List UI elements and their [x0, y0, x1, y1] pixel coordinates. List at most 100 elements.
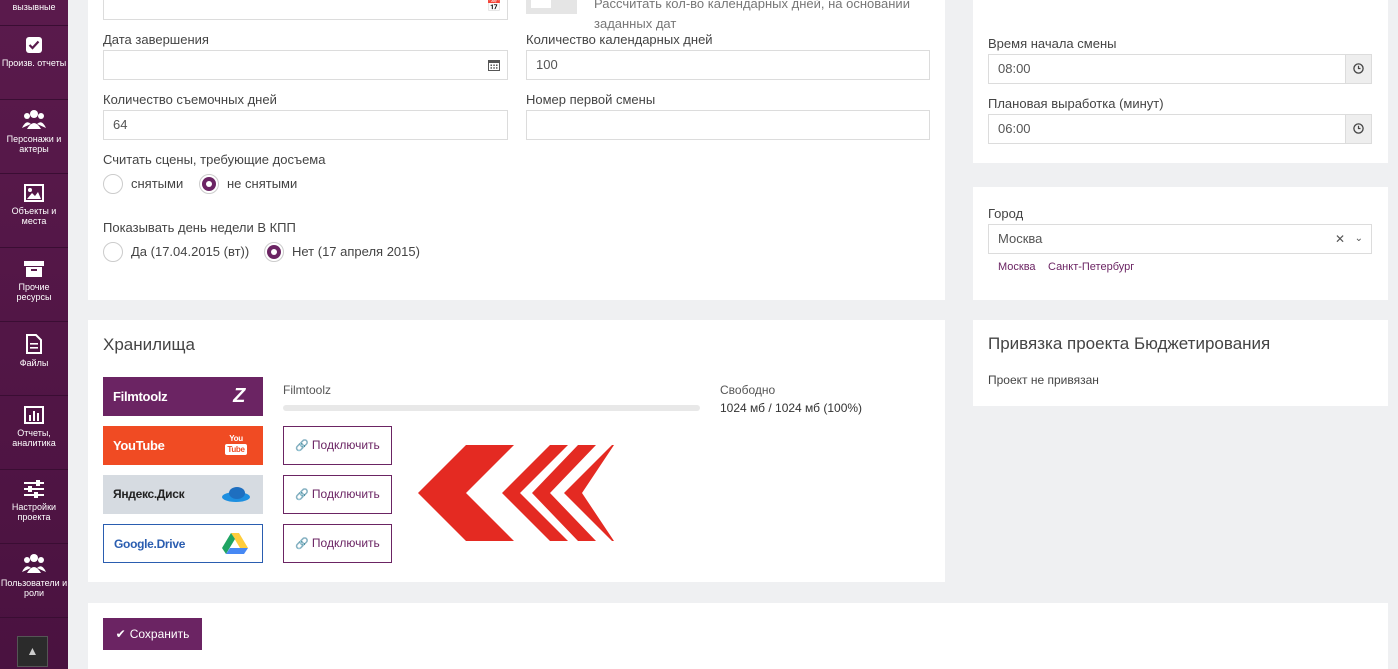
calendar-days-input[interactable]: 100	[526, 50, 930, 80]
sidebar-item-reports[interactable]: Отчеты, аналитика	[0, 396, 68, 470]
storage-progress-bar	[283, 405, 700, 411]
sidebar-item-label: Пользователи и роли	[0, 578, 68, 598]
shooting-days-input[interactable]: 64	[103, 110, 508, 140]
provider-name: Google.Drive	[114, 537, 186, 551]
first-shift-input[interactable]	[526, 110, 930, 140]
sidebar-item-characters[interactable]: Персонажи и актеры	[0, 100, 68, 174]
checkbox-icon	[26, 37, 42, 53]
provider-name: YouTube	[113, 438, 165, 453]
clock-icon[interactable]	[1345, 115, 1371, 143]
clear-icon[interactable]: ✕	[1335, 225, 1345, 253]
sidebar-item-label: вызывные	[12, 2, 56, 12]
clock-icon[interactable]	[1345, 55, 1371, 83]
google-drive-logo: Google.Drive	[103, 524, 263, 563]
sidebar-item-label: Отчеты, аналитика	[12, 428, 56, 448]
reshoot-option-shot: снятыми	[131, 176, 184, 191]
sidebar-item-calls[interactable]: вызывные	[0, 0, 68, 26]
link-icon: 🔗	[295, 440, 309, 452]
connect-youtube-button[interactable]: 🔗 Подключить	[283, 426, 392, 465]
budget-panel	[973, 320, 1388, 406]
weekday-radio-no[interactable]	[264, 242, 284, 262]
free-space-label: Свободно	[720, 383, 776, 397]
free-space-value: 1024 мб / 1024 мб (100%)	[720, 401, 863, 415]
bar-chart-icon	[24, 406, 44, 424]
calendar-icon[interactable]: 📅	[481, 0, 507, 19]
sidebar-item-users[interactable]: Пользователи и роли	[0, 544, 68, 618]
start-date-input[interactable]: 📅	[103, 0, 508, 20]
archive-icon	[24, 261, 44, 277]
calendar-days-value: 100	[536, 57, 558, 72]
link-icon: 🔗	[295, 489, 309, 501]
sidebar: вызывные Произв. отчеты Персонажи и акте…	[0, 0, 68, 669]
planned-output-input[interactable]: 06:00	[988, 114, 1372, 144]
scroll-top-button[interactable]: ▲	[17, 636, 48, 667]
sidebar-item-other-resources[interactable]: Прочие ресурсы	[0, 248, 68, 322]
calendar-icon[interactable]	[481, 51, 507, 79]
sidebar-item-project-settings[interactable]: Настройки проекта	[0, 470, 68, 544]
sliders-icon	[24, 480, 44, 498]
footer-panel	[88, 603, 1388, 669]
weekday-radio-yes[interactable]	[103, 242, 123, 262]
yandex-disk-logo: Яндекс.Диск	[103, 475, 263, 514]
shift-start-label: Время начала смены	[988, 36, 1117, 51]
shift-start-input[interactable]: 08:00	[988, 54, 1372, 84]
reshoot-radio-not-shot[interactable]	[199, 174, 219, 194]
sidebar-item-files[interactable]: Файлы	[0, 322, 68, 396]
budget-status: Проект не привязан	[988, 373, 1099, 387]
sidebar-item-label: Произв. отчеты	[1, 58, 67, 68]
sidebar-item-production-reports[interactable]: Произв. отчеты	[0, 26, 68, 100]
link-icon: 🔗	[295, 538, 309, 550]
toggle-knob	[531, 0, 551, 8]
weekday-option-no: Нет (17 апреля 2015)	[292, 244, 420, 259]
radio-selected-dot	[267, 245, 281, 259]
planned-output-label: Плановая выработка (минут)	[988, 96, 1164, 111]
reshoot-option-not-shot: не снятыми	[227, 176, 298, 191]
provider-name: Filmtoolz	[113, 389, 168, 404]
sidebar-item-label: Персонажи и актеры	[6, 134, 62, 154]
first-shift-label: Номер первой смены	[526, 92, 656, 107]
city-suggestion-moscow[interactable]: Москва	[998, 261, 1036, 273]
shooting-days-value: 64	[113, 117, 128, 132]
connect-google-drive-button[interactable]: 🔗 Подключить	[283, 524, 392, 563]
weekday-option-yes: Да (17.04.2015 (вт))	[131, 244, 250, 259]
connect-label: Подключить	[311, 536, 380, 550]
filmtoolz-storage-label: Filmtoolz	[283, 383, 332, 397]
reshoot-radio-shot[interactable]	[103, 174, 123, 194]
planned-output-value: 06:00	[998, 121, 1031, 136]
file-icon	[26, 334, 42, 354]
connect-label: Подключить	[311, 438, 380, 452]
budget-title: Привязка проекта Бюджетирования	[988, 334, 1271, 353]
youtube-logo: YouTube You Tube	[103, 426, 263, 465]
check-icon: ✔	[115, 627, 126, 641]
youtube-icon: You Tube	[225, 434, 247, 455]
yandex-disk-icon	[222, 487, 250, 502]
city-value: Москва	[998, 231, 1043, 246]
city-suggestion-spb[interactable]: Санкт-Петербург	[1048, 261, 1134, 273]
reshoot-label: Считать сцены, требующие досъема	[103, 152, 326, 167]
end-date-input[interactable]	[103, 50, 508, 80]
sidebar-item-label: Файлы	[19, 358, 49, 368]
users-icon	[22, 554, 46, 573]
shift-start-value: 08:00	[998, 61, 1031, 76]
provider-name: Яндекс.Диск	[113, 487, 185, 501]
storage-title: Хранилища	[103, 335, 195, 354]
arrow-up-icon: ▲	[26, 644, 39, 658]
sidebar-item-label: Прочие ресурсы	[16, 282, 52, 302]
sidebar-item-label: Настройки проекта	[11, 502, 57, 522]
calc-days-toggle[interactable]	[526, 0, 577, 14]
connect-yandex-disk-button[interactable]: 🔗 Подключить	[283, 475, 392, 514]
save-button[interactable]: ✔ Сохранить	[103, 618, 202, 650]
connect-label: Подключить	[311, 487, 380, 501]
chevron-down-icon[interactable]: ⌄	[1355, 225, 1363, 253]
storage-progress-fill	[283, 405, 700, 411]
calc-days-toggle-label: Рассчитать кол-во календарных дней, на о…	[594, 0, 910, 31]
save-label: Сохранить	[129, 627, 190, 641]
weekday-label: Показывать день недели В КПП	[103, 220, 296, 235]
city-label: Город	[988, 206, 1024, 221]
sidebar-item-objects[interactable]: Объекты и места	[0, 174, 68, 248]
sidebar-item-label: Объекты и места	[11, 206, 57, 226]
radio-selected-dot	[202, 177, 216, 191]
users-icon	[22, 110, 46, 129]
city-select[interactable]: Москва ✕ ⌄	[988, 224, 1372, 254]
filmtoolz-icon: Z	[233, 385, 245, 407]
